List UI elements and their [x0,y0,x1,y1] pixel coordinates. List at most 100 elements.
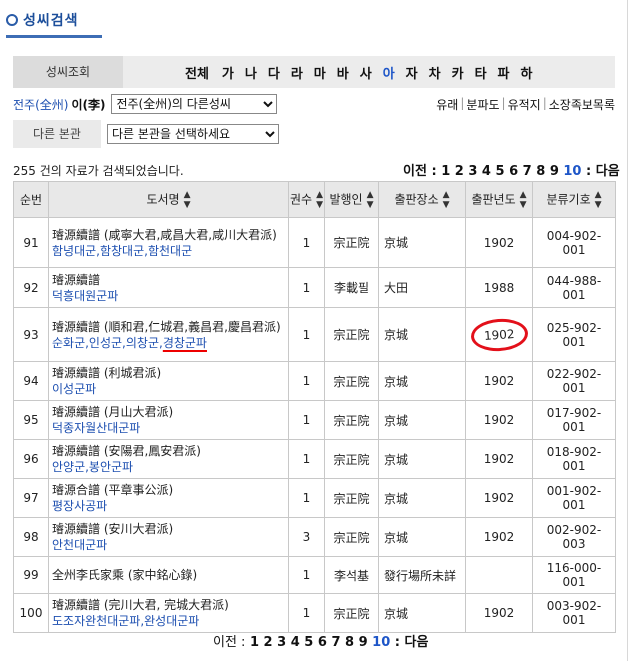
letter-ka[interactable]: 카 [452,63,464,82]
col-header-volumes[interactable]: 권수 ▲ ▼ [288,181,325,218]
sort-icon[interactable]: ▲ ▼ [316,190,323,210]
page-edge [627,0,628,661]
pager-bottom: 이전 : 1 2 3 4 5 6 7 8 9 10 : 다음 [213,631,428,650]
row-no: 93 [13,307,49,362]
header-label: 발행인 [329,192,363,206]
page-7[interactable]: 7 [331,635,340,650]
page-9[interactable]: 9 [550,164,559,179]
page-8[interactable]: 8 [536,164,545,179]
row-place: 京城 [378,361,466,401]
pager-prev[interactable]: 이전 : [213,635,245,650]
page-1[interactable]: 1 [250,635,259,650]
row-publisher: 李載필 [324,267,379,308]
book-title: 璿源續譜 [52,272,101,287]
link-branch-chart[interactable]: 분파도 [466,96,499,113]
clan-origin[interactable]: 전주(全州) [13,96,68,113]
page-4[interactable]: 4 [291,635,300,650]
letter-sa[interactable]: 사 [360,63,372,82]
col-header-code[interactable]: 분류기호 ▲ ▼ [532,181,616,218]
branch-link[interactable]: 이성군파 [52,381,285,397]
page-6[interactable]: 6 [318,635,327,650]
page-5[interactable]: 5 [304,635,313,650]
letter-cha[interactable]: 차 [429,63,441,82]
row-no: 92 [13,267,49,308]
table-row: 93 璿源續譜 (順和君,仁城君,義昌君,慶昌君派) 순화군,인성군,의창군,경창… [13,307,616,362]
link-genealogy-list[interactable]: 소장족보목록 [549,96,615,113]
link-origin-story[interactable]: 유래 [436,96,458,113]
sort-icon[interactable]: ▲ ▼ [595,190,602,210]
page-8[interactable]: 8 [345,635,354,650]
row-place: 京城 [378,439,466,479]
letter-ga[interactable]: 가 [222,63,234,82]
pager-next[interactable]: : 다음 [395,635,429,650]
branch-link[interactable]: 순화군,인성군,의창군,경창군파 [52,336,207,350]
letter-ta[interactable]: 타 [475,63,487,82]
branch-link[interactable]: 덕흥대원군파 [52,288,285,304]
sort-icon[interactable]: ▲ ▼ [367,190,374,210]
clan-links: 유래 | 분파도 | 유적지 | 소장족보목록 [436,96,615,113]
branch-link[interactable]: 평장사공파 [52,498,285,514]
page-2[interactable]: 2 [264,635,273,650]
page-1[interactable]: 1 [441,164,450,179]
row-title-cell: 璿源續譜 (完川大君, 完城大君派) 도조자완천대군파,완성대군파 [48,593,289,633]
page-3[interactable]: 3 [468,164,477,179]
letter-na[interactable]: 나 [245,63,257,82]
sort-icon[interactable]: ▲ ▼ [443,190,450,210]
branch-link[interactable]: 함녕대군,함창대군,함천대군 [52,243,285,259]
letter-ba[interactable]: 바 [337,63,349,82]
col-header-place[interactable]: 출판장소 ▲ ▼ [378,181,466,218]
page-3[interactable]: 3 [277,635,286,650]
book-title: 璿源續譜 (利城君派) [52,366,162,380]
letter-pa[interactable]: 파 [498,63,510,82]
row-publisher: 李석基 [324,556,379,594]
table-row: 95 璿源續譜 (月山大君派) 덕종자월산대군파 1 宗正院 京城 1902 01… [13,400,616,440]
link-historic-sites[interactable]: 유적지 [508,96,541,113]
branch-link-part[interactable]: 순화군,인성군,의창군, [52,336,163,350]
letter-ha[interactable]: 하 [521,63,533,82]
branch-link[interactable]: 안양군,봉안군파 [52,459,285,475]
table-row: 100 璿源續譜 (完川大君, 完城大君派) 도조자완천대군파,완성대군파 1 宗… [13,593,616,633]
branch-link[interactable]: 덕종자월산대군파 [52,420,285,436]
page-2[interactable]: 2 [455,164,464,179]
page-9[interactable]: 9 [359,635,368,650]
letter-a[interactable]: 아 [383,63,395,82]
header-label: 도서명 [146,192,180,206]
branch-link[interactable]: 도조자완천대군파,완성대군파 [52,613,285,629]
letter-ma[interactable]: 마 [314,63,326,82]
sort-icon[interactable]: ▲ ▼ [184,190,191,210]
letter-all[interactable]: 전체 [185,63,209,82]
letter-ra[interactable]: 라 [291,63,303,82]
row-year: 1902 [465,361,533,401]
row-volumes: 1 [288,361,325,401]
pager-next[interactable]: : 다음 [586,164,620,179]
page-5[interactable]: 5 [496,164,505,179]
col-header-title[interactable]: 도서명 ▲ ▼ [48,181,289,218]
letter-ja[interactable]: 자 [406,63,418,82]
page-current[interactable]: 10 [372,635,390,650]
page-7[interactable]: 7 [523,164,532,179]
row-title-cell: 璿源合譜 (平章事公派) 평장사공파 [48,478,289,518]
col-header-publisher[interactable]: 발행인 ▲ ▼ [324,181,379,218]
book-title: 璿源合譜 (平章事公派) [52,483,174,497]
page-6[interactable]: 6 [509,164,518,179]
page-current[interactable]: 10 [563,164,581,179]
col-header-year[interactable]: 출판년도 ▲ ▼ [465,181,533,218]
branch-link[interactable]: 안천대군파 [52,537,285,553]
other-surname-select[interactable]: 전주(全州)의 다른성씨 [111,94,278,114]
other-origin-select[interactable]: 다른 본관을 선택하세요 [107,124,279,144]
branch-link-underlined[interactable]: 경창군파 [163,336,207,350]
row-year: 1902 [465,593,533,633]
pager-prev[interactable]: 이전 : [403,164,437,179]
letter-index: 전체 가 나 다 라 마 바 사 아 자 차 카 타 파 하 [185,63,543,82]
book-title: 璿源續譜 (安陽君,鳳安君派) [52,444,201,458]
table-row: 98 璿源續譜 (安川大君派) 안천대군파 3 宗正院 京城 1902 002-9… [13,517,616,557]
letter-da[interactable]: 다 [268,63,280,82]
row-title-cell: 璿源續譜 (安川大君派) 안천대군파 [48,517,289,557]
circle-icon [6,14,18,26]
sort-icon[interactable]: ▲ ▼ [520,190,527,210]
row-publisher: 宗正院 [324,307,379,362]
row-place: 京城 [378,593,466,633]
book-title: 璿源續譜 (安川大君派) [52,522,174,536]
page-4[interactable]: 4 [482,164,491,179]
row-publisher: 宗正院 [324,217,379,268]
